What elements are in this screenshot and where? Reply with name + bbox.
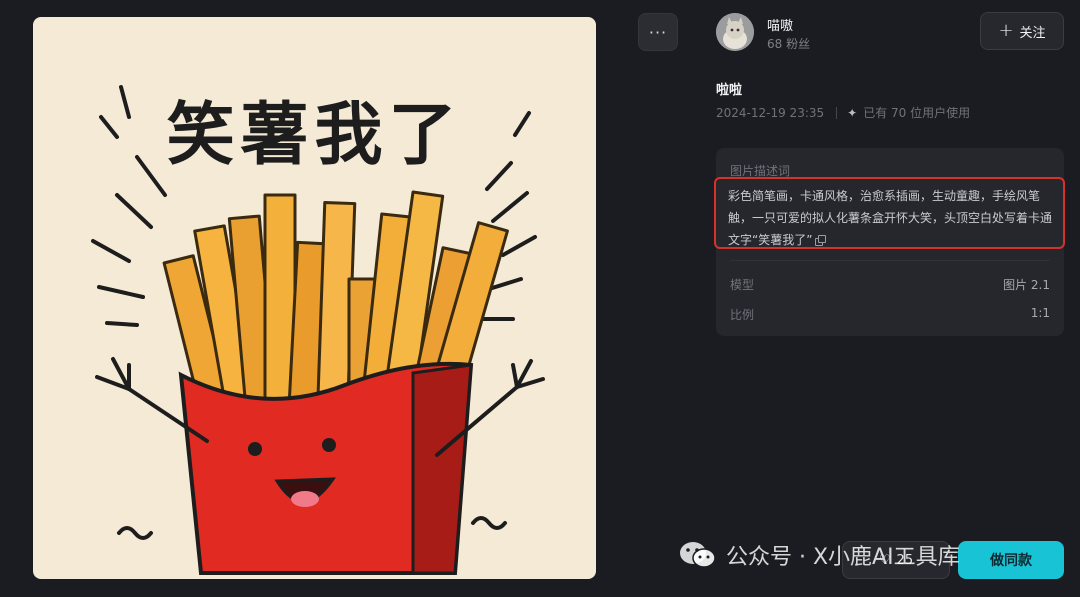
more-dots-icon: ··· bbox=[648, 22, 668, 42]
image-caption-text: 笑薯我了 bbox=[166, 96, 463, 175]
model-value: 图片 2.1 bbox=[1003, 278, 1050, 292]
prompt-highlight-box: 彩色简笔画，卡通风格，治愈系插画，生动童趣，手绘风笔触，一只可爱的拟人化薯条盒开… bbox=[714, 177, 1065, 249]
ratio-value: 1:1 bbox=[1030, 306, 1050, 320]
like-button[interactable]: ♡ 25 bbox=[842, 541, 950, 579]
like-count: 25 bbox=[896, 552, 914, 568]
copy-icon[interactable] bbox=[815, 235, 827, 246]
heart-icon: ♡ bbox=[878, 552, 891, 568]
work-title: 啦啦 bbox=[716, 83, 743, 98]
ratio-label: 比例 bbox=[730, 308, 755, 322]
generated-image[interactable]: 笑薯我了 bbox=[33, 17, 596, 579]
author-name[interactable]: 喵嗷 bbox=[767, 15, 793, 34]
model-label: 模型 bbox=[730, 278, 755, 292]
follow-button[interactable]: + 关注 bbox=[980, 12, 1064, 50]
prompt-text: 彩色简笔画，卡通风格，治愈系插画，生动童趣，手绘风笔触，一只可爱的拟人化薯条盒开… bbox=[728, 189, 1053, 247]
model-row: 模型 图片 2.1 bbox=[730, 276, 1050, 293]
card-divider bbox=[730, 260, 1050, 261]
details-card: 图片描述词 彩色简笔画，卡通风格，治愈系插画，生动童趣，手绘风笔触，一只可爱的拟… bbox=[714, 148, 1065, 336]
ratio-row: 比例 1:1 bbox=[730, 306, 1050, 323]
more-options-button[interactable]: ··· bbox=[638, 13, 678, 51]
plus-icon: + bbox=[998, 20, 1014, 41]
meta-divider bbox=[836, 106, 838, 119]
publish-date: 2024-12-19 23:35 bbox=[716, 105, 825, 120]
wechat-icon bbox=[680, 542, 716, 568]
make-same-button[interactable]: 做同款 bbox=[958, 541, 1064, 579]
author-avatar[interactable] bbox=[716, 13, 754, 51]
make-same-label: 做同款 bbox=[990, 553, 1032, 569]
usage-count: 已有 70 位用户使用 bbox=[863, 106, 971, 120]
author-fans-count: 68 粉丝 bbox=[767, 37, 811, 51]
work-meta: 2024-12-19 23:35 ✦ 已有 70 位用户使用 bbox=[716, 104, 970, 121]
follow-label: 关注 bbox=[1019, 25, 1046, 41]
page: 笑薯我了 ··· 喵嗷 68 粉丝 + 关注 啦啦 2024-12-19 23:… bbox=[0, 0, 1080, 597]
cat-avatar-icon bbox=[716, 13, 754, 51]
sparkle-icon: ✦ bbox=[847, 105, 858, 120]
